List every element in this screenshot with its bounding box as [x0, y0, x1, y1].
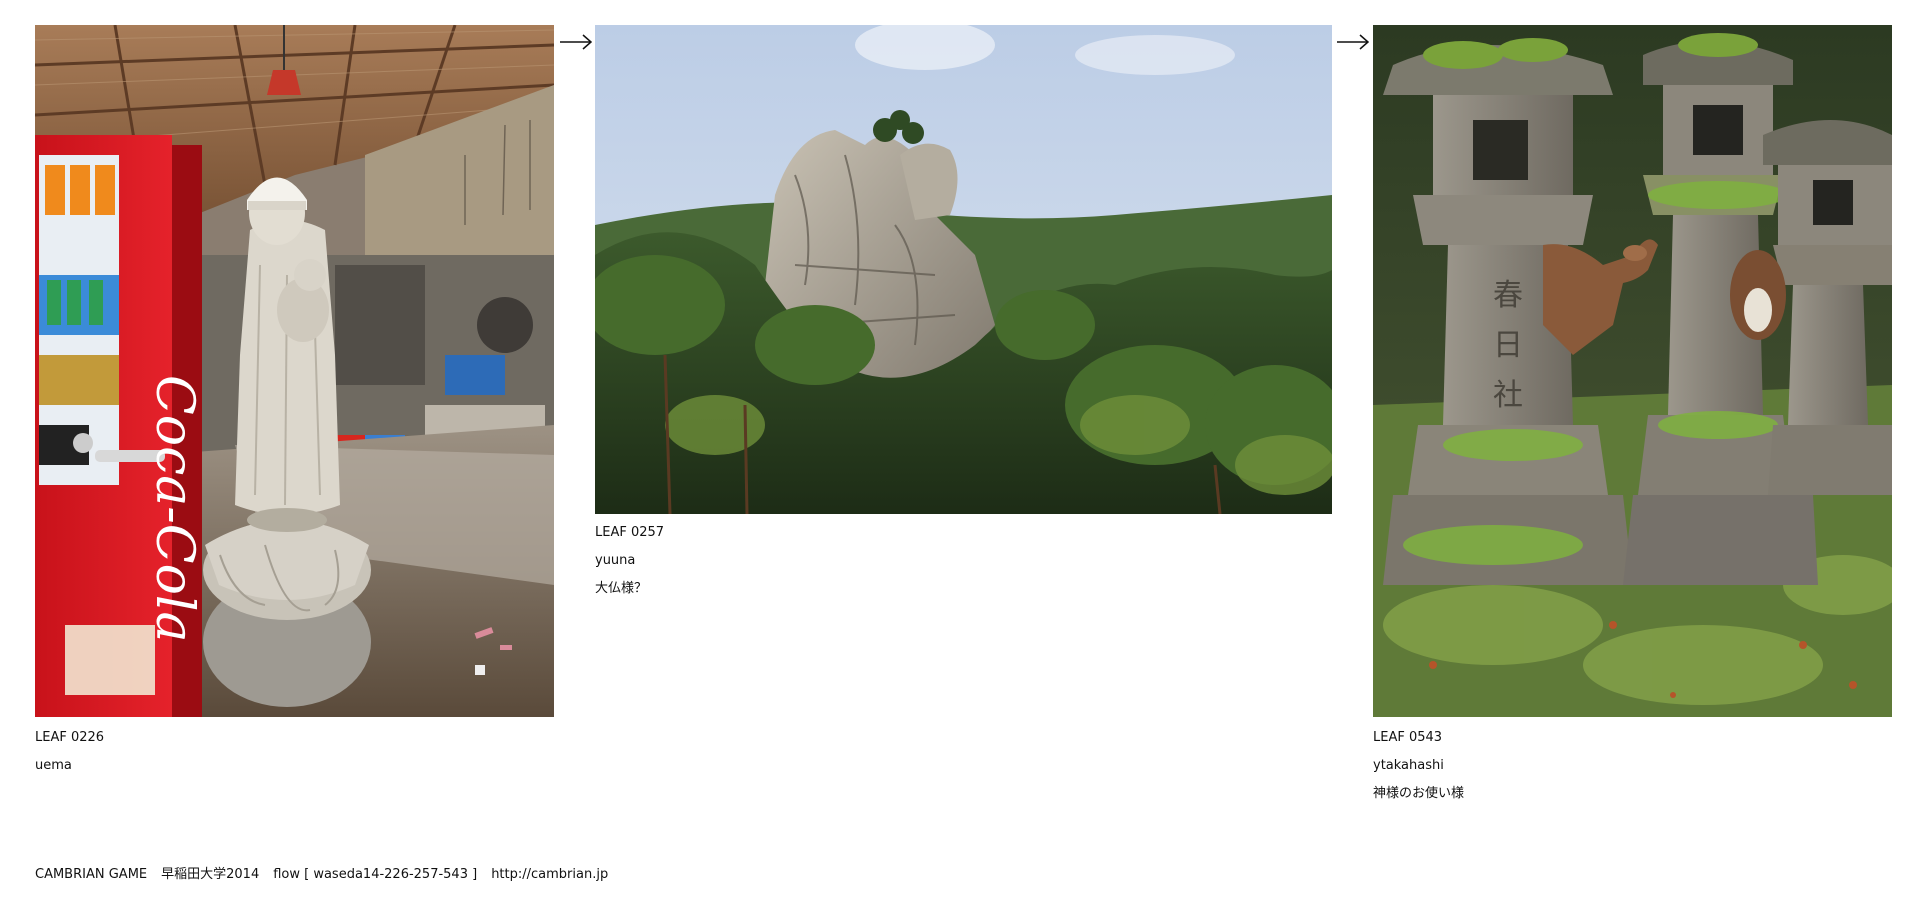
footer-game-name: CAMBRIAN GAME: [35, 867, 148, 882]
svg-text:Coca-Cola: Coca-Cola: [144, 375, 204, 643]
leaf-photo-0543[interactable]: 春 日 社: [1373, 25, 1892, 717]
leaf-photo-0257[interactable]: [595, 25, 1332, 514]
footer-flow-id: flow [ waseda14-226-257-543 ]: [273, 867, 478, 882]
footer-event: 早稲田大学2014: [161, 867, 260, 882]
footer: CAMBRIAN GAME 早稲田大学2014 flow [ waseda14-22…: [35, 867, 608, 883]
svg-text:春: 春: [1493, 278, 1523, 313]
leaf-author[interactable]: ytakahashi: [1373, 758, 1444, 774]
leaf-author[interactable]: yuuna: [595, 553, 635, 569]
svg-text:社: 社: [1493, 378, 1523, 413]
leaf-author[interactable]: uema: [35, 758, 72, 774]
arrow-right-icon: [1337, 34, 1369, 50]
arrow-right-icon: [560, 34, 592, 50]
svg-text:日: 日: [1493, 328, 1523, 363]
leaf-id: LEAF 0257: [595, 525, 665, 540]
leaf-title: 大仏様？: [595, 581, 648, 596]
leaf-photo-0226[interactable]: Coca-Cola: [35, 25, 554, 717]
leaf-id: LEAF 0543: [1373, 730, 1443, 745]
leaf-id: LEAF 0226: [35, 730, 105, 745]
footer-site-link[interactable]: http://cambrian.jp: [491, 867, 608, 882]
leaf-title: 神様のお使い様: [1373, 786, 1465, 801]
